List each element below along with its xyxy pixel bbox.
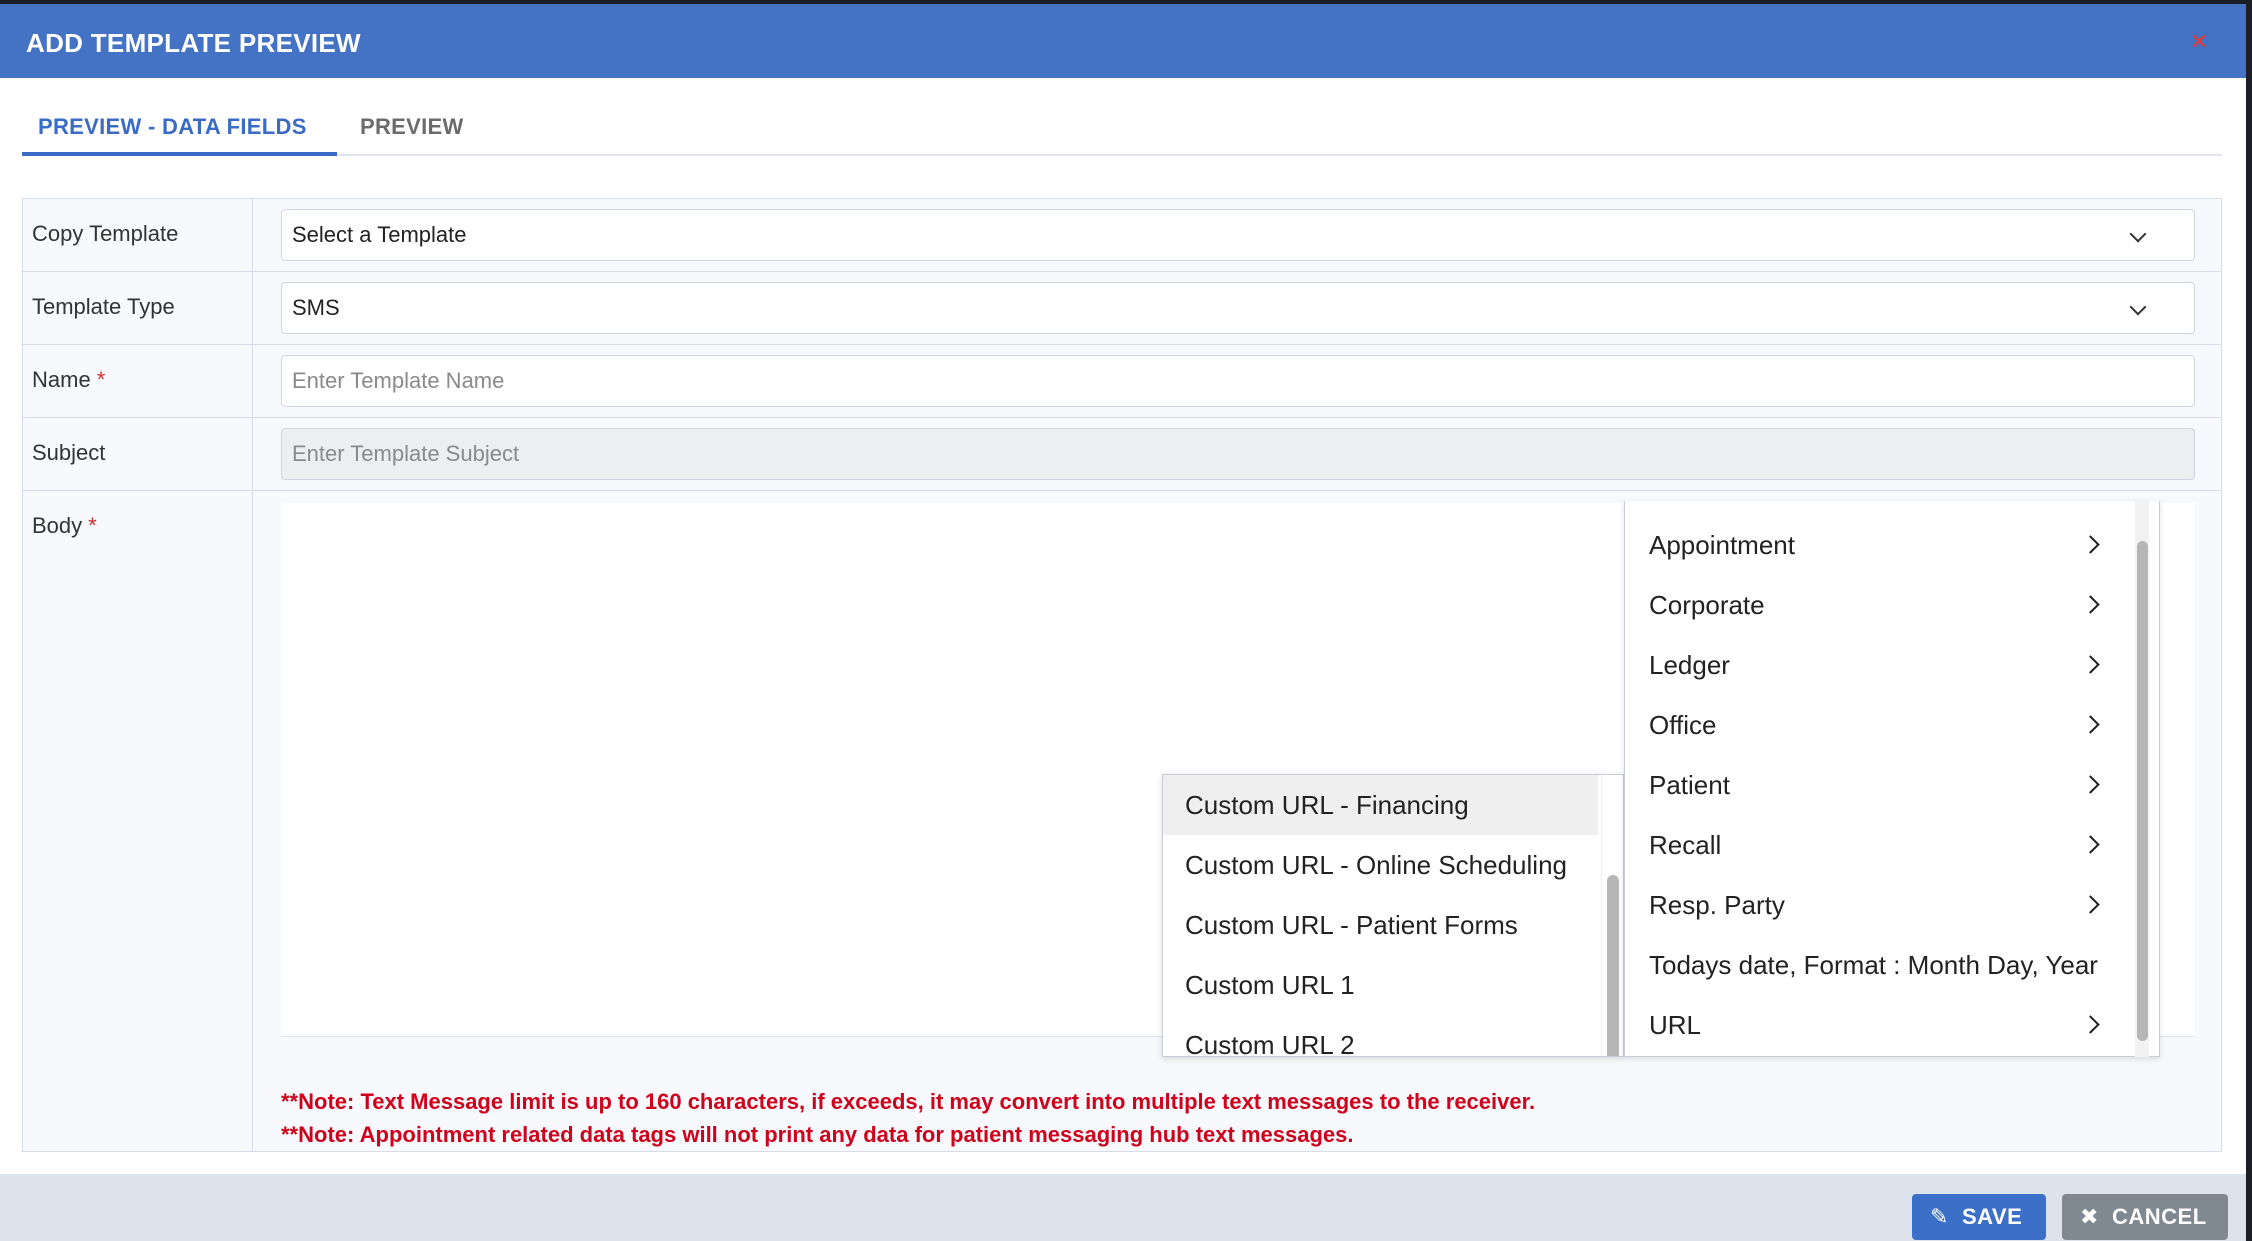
menu-item-todays-date[interactable]: Todays date, Format : Month Day, Year <box>1625 935 2125 995</box>
data-tag-menu: Appointment Corporate Ledger Office Pati… <box>1624 501 2160 1057</box>
cancel-button[interactable]: ✖ CANCEL <box>2062 1194 2228 1240</box>
menu-item-label: Ledger <box>1649 650 1730 680</box>
submenu-item-custom-url-1[interactable]: Custom URL 1 <box>1163 955 1598 1015</box>
menu-item-resp-party[interactable]: Resp. Party <box>1625 875 2125 935</box>
menu-item-corporate[interactable]: Corporate <box>1625 575 2125 635</box>
submenu-scroll-thumb[interactable] <box>1607 875 1619 1056</box>
submenu-item-custom-url-2[interactable]: Custom URL 2 <box>1163 1015 1598 1056</box>
menu-scroll-thumb[interactable] <box>2137 541 2148 1041</box>
chevron-right-icon <box>2081 895 2100 914</box>
sms-limit-note: **Note: Text Message limit is up to 160 … <box>281 1089 1536 1114</box>
label-column <box>23 199 253 1151</box>
modal-title: ADD TEMPLATE PREVIEW <box>26 28 361 58</box>
template-type-label: Template Type <box>32 294 175 319</box>
menu-item-label: Corporate <box>1649 590 1765 620</box>
row-divider <box>23 490 2221 491</box>
template-subject-input[interactable]: Enter Template Subject <box>281 428 2195 480</box>
chevron-right-icon <box>2081 655 2100 674</box>
template-type-value: SMS <box>292 295 340 320</box>
url-submenu: Custom URL - Financing Custom URL - Onli… <box>1162 774 1624 1057</box>
body-label-text: Body <box>32 513 83 538</box>
chevron-right-icon <box>2081 835 2100 854</box>
chevron-right-icon <box>2081 1015 2100 1034</box>
menu-item-label: Recall <box>1649 830 1722 860</box>
menu-item-recall[interactable]: Recall <box>1625 815 2125 875</box>
menu-item-label: Patient <box>1649 770 1730 800</box>
cancel-button-label: CANCEL <box>2112 1204 2207 1229</box>
pencil-icon: ✎ <box>1930 1204 1949 1229</box>
required-mark: * <box>88 513 97 538</box>
required-mark: * <box>96 367 106 392</box>
chevron-down-icon <box>2129 298 2147 316</box>
body-label: Body * <box>32 513 97 539</box>
chevron-right-icon <box>2081 775 2100 794</box>
menu-item-url[interactable]: URL <box>1625 995 2125 1055</box>
menu-item-label: Todays date, Format : Month Day, Year <box>1649 950 2098 980</box>
menu-item-patient[interactable]: Patient <box>1625 755 2125 815</box>
template-name-input[interactable]: Enter Template Name <box>281 355 2195 407</box>
appointment-tags-note: **Note: Appointment related data tags wi… <box>281 1122 1354 1147</box>
chevron-right-icon <box>2081 715 2100 734</box>
x-icon: ✖ <box>2080 1204 2099 1229</box>
menu-item-office[interactable]: Office <box>1625 695 2125 755</box>
modal-footer: ✎ SAVE ✖ CANCEL <box>0 1174 2246 1241</box>
name-label-text: Name <box>32 367 91 392</box>
tab-preview[interactable]: PREVIEW <box>360 114 464 140</box>
menu-item-ledger[interactable]: Ledger <box>1625 635 2125 695</box>
submenu-item-custom-url-financing[interactable]: Custom URL - Financing <box>1163 775 1598 835</box>
save-button[interactable]: ✎ SAVE <box>1912 1194 2046 1240</box>
submenu-item-custom-url-patient-forms[interactable]: Custom URL - Patient Forms <box>1163 895 1598 955</box>
submenu-item-custom-url-online-scheduling[interactable]: Custom URL - Online Scheduling <box>1163 835 1598 895</box>
menu-item-label: Office <box>1649 710 1717 740</box>
name-label: Name * <box>32 367 105 393</box>
row-divider <box>23 417 2221 418</box>
menu-item-label: URL <box>1649 1010 1702 1040</box>
chevron-down-icon <box>2129 225 2147 243</box>
chevron-right-icon <box>2081 535 2100 554</box>
tab-bar: PREVIEW - DATA FIELDS PREVIEW <box>22 104 2222 156</box>
row-divider <box>23 271 2221 272</box>
tab-preview-data-fields[interactable]: PREVIEW - DATA FIELDS <box>38 114 307 140</box>
copy-template-select[interactable]: Select a Template <box>281 209 2195 261</box>
modal-header: ADD TEMPLATE PREVIEW ✕ <box>0 4 2246 78</box>
copy-template-value: Select a Template <box>292 222 467 247</box>
menu-item-appointment[interactable]: Appointment <box>1625 515 2125 575</box>
save-button-label: SAVE <box>1962 1204 2023 1229</box>
subject-label: Subject <box>32 440 106 465</box>
active-tab-indicator <box>22 152 337 156</box>
copy-template-label: Copy Template <box>32 221 179 246</box>
add-template-modal: ADD TEMPLATE PREVIEW ✕ PREVIEW - DATA FI… <box>0 4 2246 1241</box>
menu-item-label: Appointment <box>1649 530 1795 560</box>
menu-item-label: Resp. Party <box>1649 890 1785 920</box>
row-divider <box>23 344 2221 345</box>
close-icon[interactable]: ✕ <box>2188 31 2210 54</box>
template-type-select[interactable]: SMS <box>281 282 2195 334</box>
chevron-right-icon <box>2081 595 2100 614</box>
